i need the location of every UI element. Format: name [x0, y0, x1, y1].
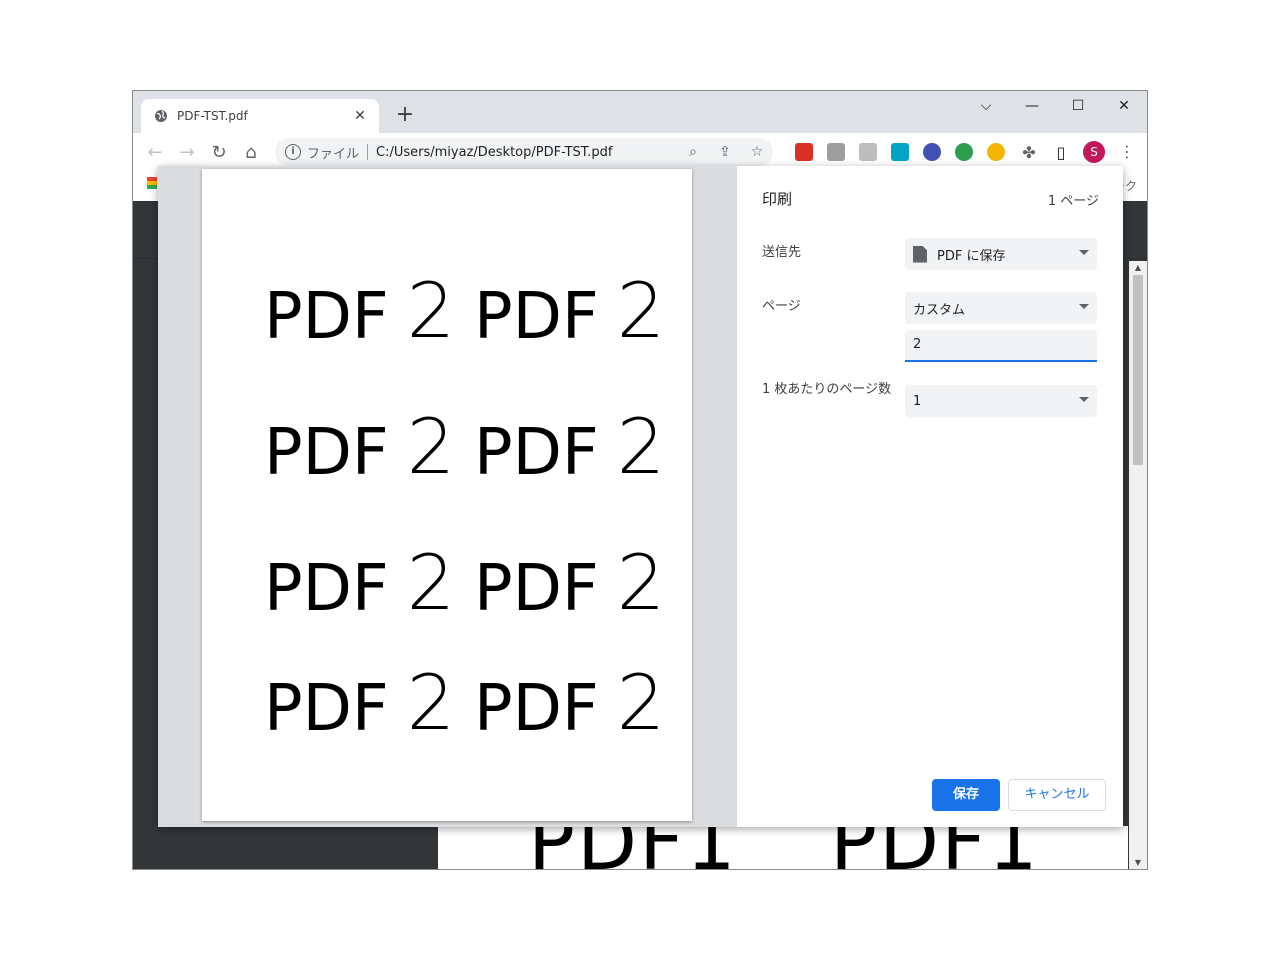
destination-label: 送信先 — [762, 245, 802, 260]
preview-cell: PDF 2 — [264, 538, 474, 627]
preview-cell: PDF 2 — [474, 402, 684, 491]
preview-number: 2 — [406, 658, 456, 747]
extensions-puzzle-icon[interactable]: ✤ — [1017, 140, 1041, 164]
scroll-down-icon[interactable]: ▼ — [1129, 858, 1147, 867]
pdf-background-page: PDF1 PDF1 — [438, 826, 1128, 869]
pages-select[interactable]: カスタム — [905, 292, 1097, 324]
bg-page-text-right: PDF1 — [830, 826, 1040, 869]
preview-word: PDF — [474, 280, 599, 354]
cancel-button[interactable]: キャンセル — [1008, 779, 1106, 811]
file-icon — [913, 245, 927, 263]
preview-row: PDF 2 PDF 2 — [264, 402, 684, 491]
forward-icon[interactable]: → — [175, 140, 199, 164]
save-button[interactable]: 保存 — [932, 779, 1000, 811]
preview-number: 2 — [406, 402, 456, 491]
preview-word: PDF — [474, 672, 599, 746]
preview-cell: PDF 2 — [474, 658, 684, 747]
tab-title: PDF-TST.pdf — [177, 109, 248, 123]
destination-value: PDF に保存 — [937, 248, 1006, 264]
scroll-up-icon[interactable]: ▲ — [1129, 263, 1147, 272]
preview-word: PDF — [474, 552, 599, 626]
omnibox-actions: ⌕ ⇪ ☆ — [677, 138, 773, 166]
preview-cell: PDF 2 — [474, 266, 684, 355]
print-dialog: PDF 2 PDF 2 PDF 2 PDF 2 PDF 2 PDF 2 PDF 2 PDF 2 印刷 1 ペー… — [158, 166, 1123, 827]
preview-sheet: PDF 2 PDF 2 PDF 2 PDF 2 PDF 2 PDF 2 PDF 2 PDF 2 — [202, 169, 692, 821]
extension-cube-icon[interactable] — [923, 143, 941, 161]
share-icon[interactable]: ⇪ — [709, 144, 741, 160]
bg-page-text-left: PDF1 — [528, 826, 738, 869]
scroll-thumb[interactable] — [1133, 275, 1143, 465]
print-title: 印刷 — [762, 190, 793, 208]
url-separator — [367, 144, 369, 160]
print-page-count: 1 ページ — [1047, 194, 1099, 209]
home-icon[interactable]: ⌂ — [239, 140, 263, 164]
preview-number: 2 — [616, 266, 666, 355]
chevron-down-icon — [1079, 304, 1089, 309]
extension-chart-icon[interactable] — [891, 143, 909, 161]
print-preview-area: PDF 2 PDF 2 PDF 2 PDF 2 PDF 2 PDF 2 PDF 2 PDF 2 — [158, 166, 737, 827]
destination-select[interactable]: PDF に保存 — [905, 238, 1097, 270]
preview-cell: PDF 2 — [264, 658, 474, 747]
apps-grid-icon[interactable] — [147, 177, 157, 189]
zoom-icon[interactable]: ⌕ — [677, 144, 709, 160]
preview-row: PDF 2 PDF 2 — [264, 266, 684, 355]
pages-value: カスタム — [913, 302, 966, 318]
side-panel-icon[interactable]: ▯ — [1049, 140, 1073, 164]
tab-pdf[interactable]: PDF-TST.pdf ✕ — [141, 99, 379, 133]
address-bar[interactable]: i ファイル C:/Users/miyaz/Desktop/PDF-TST.pd… — [275, 138, 773, 166]
extension-face-icon[interactable] — [987, 143, 1005, 161]
preview-word: PDF — [264, 416, 389, 490]
tab-close-icon[interactable]: ✕ — [351, 108, 369, 124]
chevron-down-icon — [1079, 250, 1089, 255]
back-icon[interactable]: ← — [143, 140, 167, 164]
bookmark-star-icon[interactable]: ☆ — [741, 144, 773, 160]
pages-label: ページ — [762, 299, 801, 314]
pages-per-sheet-value: 1 — [913, 393, 922, 409]
preview-cell: PDF 2 — [264, 266, 474, 355]
extension-ar-icon[interactable] — [827, 143, 845, 161]
preview-row: PDF 2 PDF 2 — [264, 538, 684, 627]
preview-cell: PDF 2 — [474, 538, 684, 627]
preview-word: PDF — [474, 416, 599, 490]
url-text[interactable]: C:/Users/miyaz/Desktop/PDF-TST.pdf — [376, 145, 612, 160]
preview-number: 2 — [616, 402, 666, 491]
print-settings-panel: 印刷 1 ページ 送信先 PDF に保存 ページ カスタム 2 1 枚あたりのペ… — [737, 166, 1123, 827]
profile-avatar[interactable]: S — [1083, 141, 1105, 163]
maximize-button[interactable]: ☐ — [1055, 91, 1101, 121]
extension-red-icon[interactable] — [795, 143, 813, 161]
preview-number: 2 — [406, 538, 456, 627]
evernote-icon[interactable] — [955, 143, 973, 161]
minimize-button[interactable]: — — [1009, 91, 1055, 121]
menu-kebab-icon[interactable]: ⋮ — [1117, 141, 1137, 163]
preview-word: PDF — [264, 280, 389, 354]
site-info-icon[interactable]: i — [285, 144, 301, 160]
tab-search-chevron-icon[interactable]: ⌵ — [963, 91, 1009, 121]
pages-per-sheet-label: 1 枚あたりのページ数 — [762, 382, 892, 397]
tab-strip: PDF-TST.pdf ✕ + ⌵ — ☐ ✕ — [133, 91, 1147, 133]
chevron-down-icon — [1079, 397, 1089, 402]
preview-number: 2 — [616, 538, 666, 627]
pdf-scrollbar[interactable]: ▲ ▼ — [1129, 261, 1147, 869]
globe-icon — [153, 108, 169, 124]
preview-number: 2 — [616, 658, 666, 747]
window-close-button[interactable]: ✕ — [1101, 91, 1147, 121]
preview-word: PDF — [264, 672, 389, 746]
reload-icon[interactable]: ↻ — [207, 140, 231, 164]
preview-number: 2 — [406, 266, 456, 355]
url-scheme-label: ファイル — [307, 146, 360, 162]
new-tab-button[interactable]: + — [393, 103, 417, 127]
pages-per-sheet-select[interactable]: 1 — [905, 385, 1097, 417]
preview-row: PDF 2 PDF 2 — [264, 658, 684, 747]
custom-pages-input[interactable]: 2 — [905, 330, 1097, 362]
preview-word: PDF — [264, 552, 389, 626]
extension-window-icon[interactable] — [859, 143, 877, 161]
preview-cell: PDF 2 — [264, 402, 474, 491]
